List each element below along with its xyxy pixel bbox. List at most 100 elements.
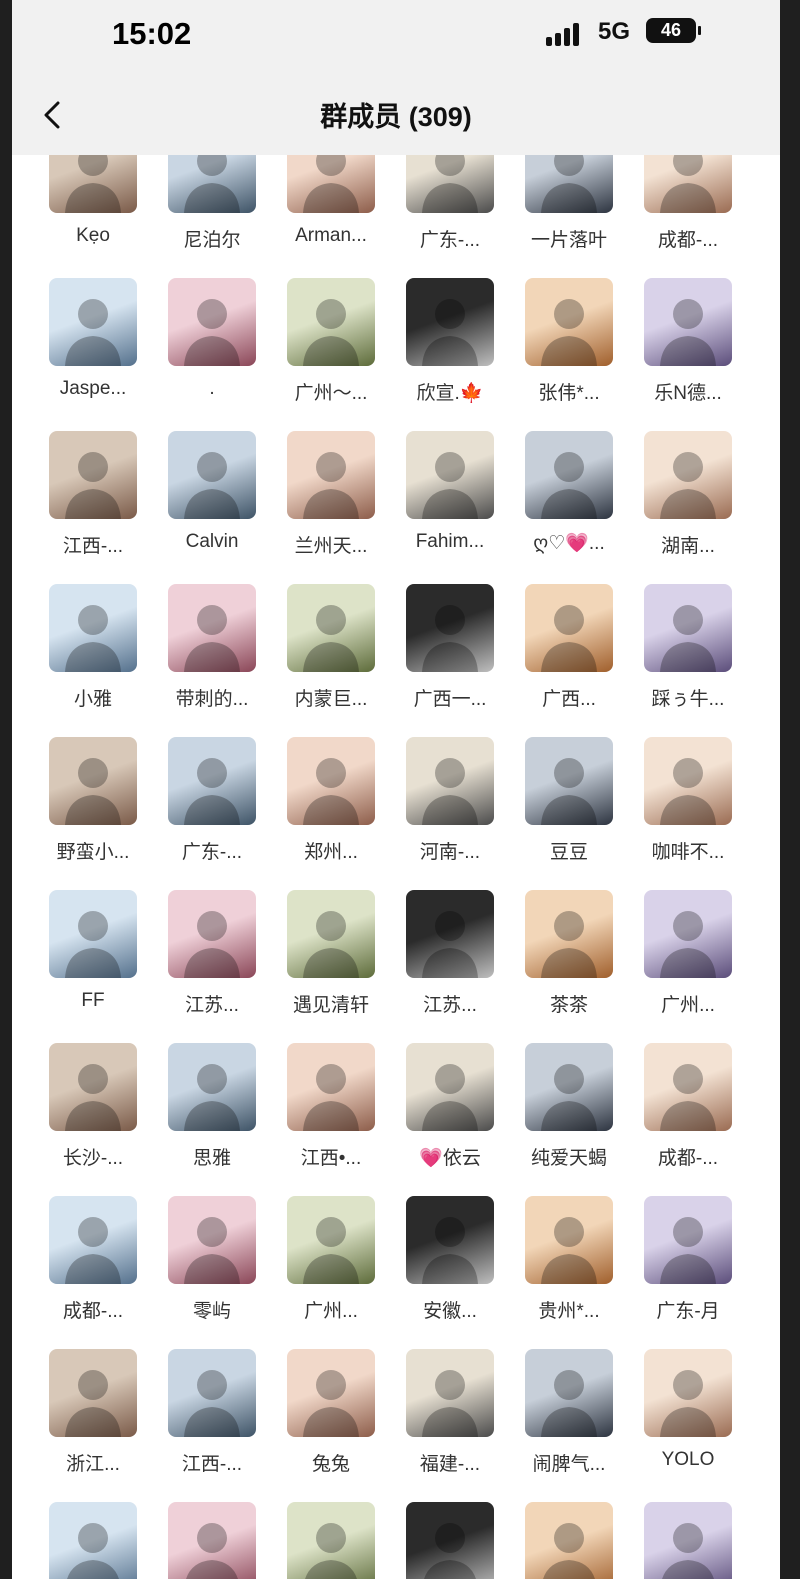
avatar[interactable] xyxy=(406,890,494,978)
member-name: 长沙-... xyxy=(62,1148,124,1169)
member-row: 野蛮小... 广东-... 郑州... 河南-... 豆豆 咖啡不... xyxy=(12,737,780,890)
avatar[interactable] xyxy=(644,155,732,213)
avatar[interactable] xyxy=(406,431,494,519)
avatar[interactable] xyxy=(287,584,375,672)
avatar[interactable] xyxy=(287,431,375,519)
avatar[interactable] xyxy=(168,431,256,519)
avatar[interactable] xyxy=(287,737,375,825)
member-name: 兔兔 xyxy=(311,1454,350,1475)
member-name: 纯爱天蝎 xyxy=(530,1148,607,1169)
member-grid[interactable]: Kẹo 尼泊尔 Arman... 广东-... 一片落叶 成都-... Jaspe.... 广… xyxy=(12,155,780,1579)
avatar[interactable] xyxy=(525,737,613,825)
avatar[interactable] xyxy=(525,1502,613,1579)
avatar[interactable] xyxy=(287,1043,375,1131)
avatar[interactable] xyxy=(644,1502,732,1579)
avatar[interactable] xyxy=(287,890,375,978)
member-row: 成都-... 零屿 广州... 安徽... 贵州*... 广东-月 xyxy=(12,1196,780,1349)
member-name: 野蛮小... xyxy=(56,842,130,863)
avatar[interactable] xyxy=(168,1196,256,1284)
avatar[interactable] xyxy=(49,431,137,519)
member-name: 郑州... xyxy=(304,842,358,863)
member-name: 江西-... xyxy=(181,1454,243,1475)
member-name: 广西... xyxy=(542,689,596,710)
avatar[interactable] xyxy=(168,1043,256,1131)
member-name: 广东-... xyxy=(181,842,243,863)
network-type: 5G xyxy=(598,18,631,45)
avatar[interactable] xyxy=(644,1349,732,1437)
avatar[interactable] xyxy=(168,890,256,978)
avatar[interactable] xyxy=(644,1196,732,1284)
avatar[interactable] xyxy=(406,1349,494,1437)
member-name: 张伟*... xyxy=(538,383,600,404)
member-name: Kẹo xyxy=(76,225,110,246)
avatar[interactable] xyxy=(406,1502,494,1579)
avatar[interactable] xyxy=(49,890,137,978)
avatar[interactable] xyxy=(49,1349,137,1437)
member-name: 湖南... xyxy=(661,536,715,557)
avatar[interactable] xyxy=(287,278,375,366)
avatar[interactable] xyxy=(168,1502,256,1579)
avatar[interactable] xyxy=(644,1043,732,1131)
avatar[interactable] xyxy=(168,278,256,366)
avatar[interactable] xyxy=(168,1349,256,1437)
avatar[interactable] xyxy=(49,1196,137,1284)
battery-icon: 46 xyxy=(646,18,701,43)
member-name: 内蒙巨... xyxy=(294,689,368,710)
avatar[interactable] xyxy=(406,584,494,672)
avatar[interactable] xyxy=(525,155,613,213)
avatar[interactable] xyxy=(168,155,256,213)
avatar[interactable] xyxy=(168,737,256,825)
member-name: 江苏... xyxy=(185,995,239,1016)
member-name: 广东-... xyxy=(419,230,481,251)
avatar[interactable] xyxy=(525,1196,613,1284)
member-name: 踩ぅ牛... xyxy=(651,689,725,710)
status-time: 15:02 xyxy=(112,16,192,51)
avatar[interactable] xyxy=(406,1196,494,1284)
member-name: 广东-月 xyxy=(656,1301,720,1322)
member-name: Fahim... xyxy=(415,531,485,552)
avatar[interactable] xyxy=(287,1502,375,1579)
avatar[interactable] xyxy=(49,1502,137,1579)
avatar[interactable] xyxy=(49,737,137,825)
signal-icon xyxy=(546,22,586,46)
avatar[interactable] xyxy=(49,584,137,672)
member-name: 豆豆 xyxy=(549,842,588,863)
member-name: 广州... xyxy=(661,995,715,1016)
avatar[interactable] xyxy=(287,155,375,213)
member-name: 乐N德... xyxy=(654,383,722,404)
avatar[interactable] xyxy=(525,278,613,366)
avatar[interactable] xyxy=(644,431,732,519)
avatar[interactable] xyxy=(525,584,613,672)
member-row: Jaspe.... 广州～... 欣宣.🍁 张伟*... 乐N德... xyxy=(12,278,780,431)
avatar[interactable] xyxy=(49,1043,137,1131)
member-row xyxy=(12,1502,780,1579)
avatar[interactable] xyxy=(49,278,137,366)
member-name: 带刺的... xyxy=(175,689,249,710)
avatar[interactable] xyxy=(49,155,137,213)
avatar[interactable] xyxy=(168,584,256,672)
avatar[interactable] xyxy=(525,890,613,978)
member-name: 广西一... xyxy=(413,689,487,710)
member-name: 小雅 xyxy=(73,689,112,710)
avatar[interactable] xyxy=(406,155,494,213)
page-title: 群成员 (309) xyxy=(320,102,472,132)
member-name: 尼泊尔 xyxy=(183,230,241,251)
member-name: ღ♡💗... xyxy=(533,533,605,554)
member-name: 成都-... xyxy=(657,230,719,251)
avatar[interactable] xyxy=(525,431,613,519)
avatar[interactable] xyxy=(287,1349,375,1437)
avatar[interactable] xyxy=(406,1043,494,1131)
avatar[interactable] xyxy=(644,278,732,366)
member-name: 茶茶 xyxy=(549,995,588,1016)
member-row: 长沙-... 思雅 江西•... 💗依云 纯爱天蝎 成都-... xyxy=(12,1043,780,1196)
avatar[interactable] xyxy=(644,737,732,825)
avatar[interactable] xyxy=(525,1043,613,1131)
avatar[interactable] xyxy=(287,1196,375,1284)
avatar[interactable] xyxy=(644,584,732,672)
avatar[interactable] xyxy=(525,1349,613,1437)
avatar[interactable] xyxy=(406,278,494,366)
member-row: 小雅 带刺的... 内蒙巨... 广西一... 广西... 踩ぅ牛... xyxy=(12,584,780,737)
member-name: Calvin xyxy=(185,531,239,552)
avatar[interactable] xyxy=(406,737,494,825)
avatar[interactable] xyxy=(644,890,732,978)
